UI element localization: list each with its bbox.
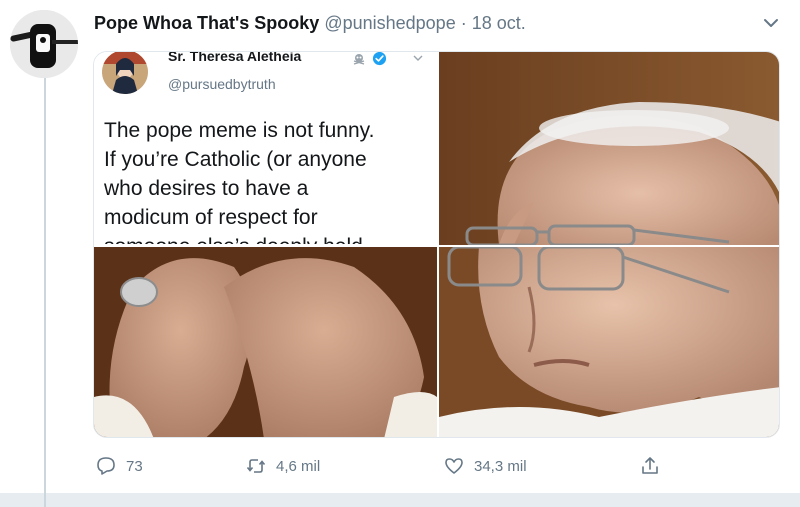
embedded-text-line: The pope meme is not funny. <box>104 119 375 142</box>
pope-hands-photo[interactable] <box>94 247 437 437</box>
embedded-text-line: someone else’s deeply held <box>104 232 430 244</box>
cassette-avatar-icon <box>10 10 78 78</box>
author-avatar[interactable] <box>10 10 78 78</box>
retweet-button[interactable]: 4,6 mil <box>246 456 320 476</box>
media-grid[interactable]: Sr. Theresa Aletheia @pursuedbytruth The… <box>93 51 780 438</box>
embedded-text-line: who desires to have a <box>104 177 309 200</box>
chevron-down-icon <box>764 19 778 27</box>
pope-face-photo-top[interactable] <box>439 52 779 245</box>
author-handle[interactable]: @punishedpope <box>324 13 455 33</box>
tweet-header: Pope Whoa That's Spooky @punishedpope · … <box>94 12 526 34</box>
tweet-separator <box>0 493 800 507</box>
retweet-icon <box>246 459 266 473</box>
embedded-author-handle: @pursuedbytruth <box>168 76 276 92</box>
share-button[interactable] <box>640 456 670 476</box>
tweet-date[interactable]: 18 oct. <box>472 13 526 33</box>
embedded-author-avatar <box>102 52 148 94</box>
retweet-count: 4,6 mil <box>276 457 321 475</box>
embedded-text-line: modicum of respect for <box>104 206 318 229</box>
thread-connector-line <box>44 78 46 496</box>
thread-connector-stub <box>44 493 46 507</box>
tweet-actions: 73 4,6 mil 34,3 mil <box>0 456 800 478</box>
share-icon <box>642 457 658 474</box>
reply-icon <box>97 457 115 475</box>
reply-button[interactable]: 73 <box>96 456 143 476</box>
embedded-tweet-screenshot[interactable]: Sr. Theresa Aletheia @pursuedbytruth The… <box>94 52 437 245</box>
like-button[interactable]: 34,3 mil <box>444 456 527 476</box>
reply-count: 73 <box>126 457 143 475</box>
embedded-tweet-text: The pope meme is not funny. If you’re Ca… <box>104 116 430 244</box>
like-count: 34,3 mil <box>474 457 527 475</box>
pope-face-photo-bottom[interactable] <box>439 247 779 437</box>
skull-crossbones-icon <box>353 54 365 65</box>
embedded-author-name: Sr. Theresa Aletheia <box>168 52 302 64</box>
header-separator: · <box>460 13 467 33</box>
author-name[interactable]: Pope Whoa That's Spooky <box>94 13 319 33</box>
tweet-more-button[interactable] <box>760 12 782 34</box>
chevron-down-icon <box>413 55 423 61</box>
heart-icon <box>445 458 463 474</box>
embedded-text-line: If you’re Catholic (or anyone <box>104 148 367 171</box>
verified-badge-icon <box>372 52 387 66</box>
